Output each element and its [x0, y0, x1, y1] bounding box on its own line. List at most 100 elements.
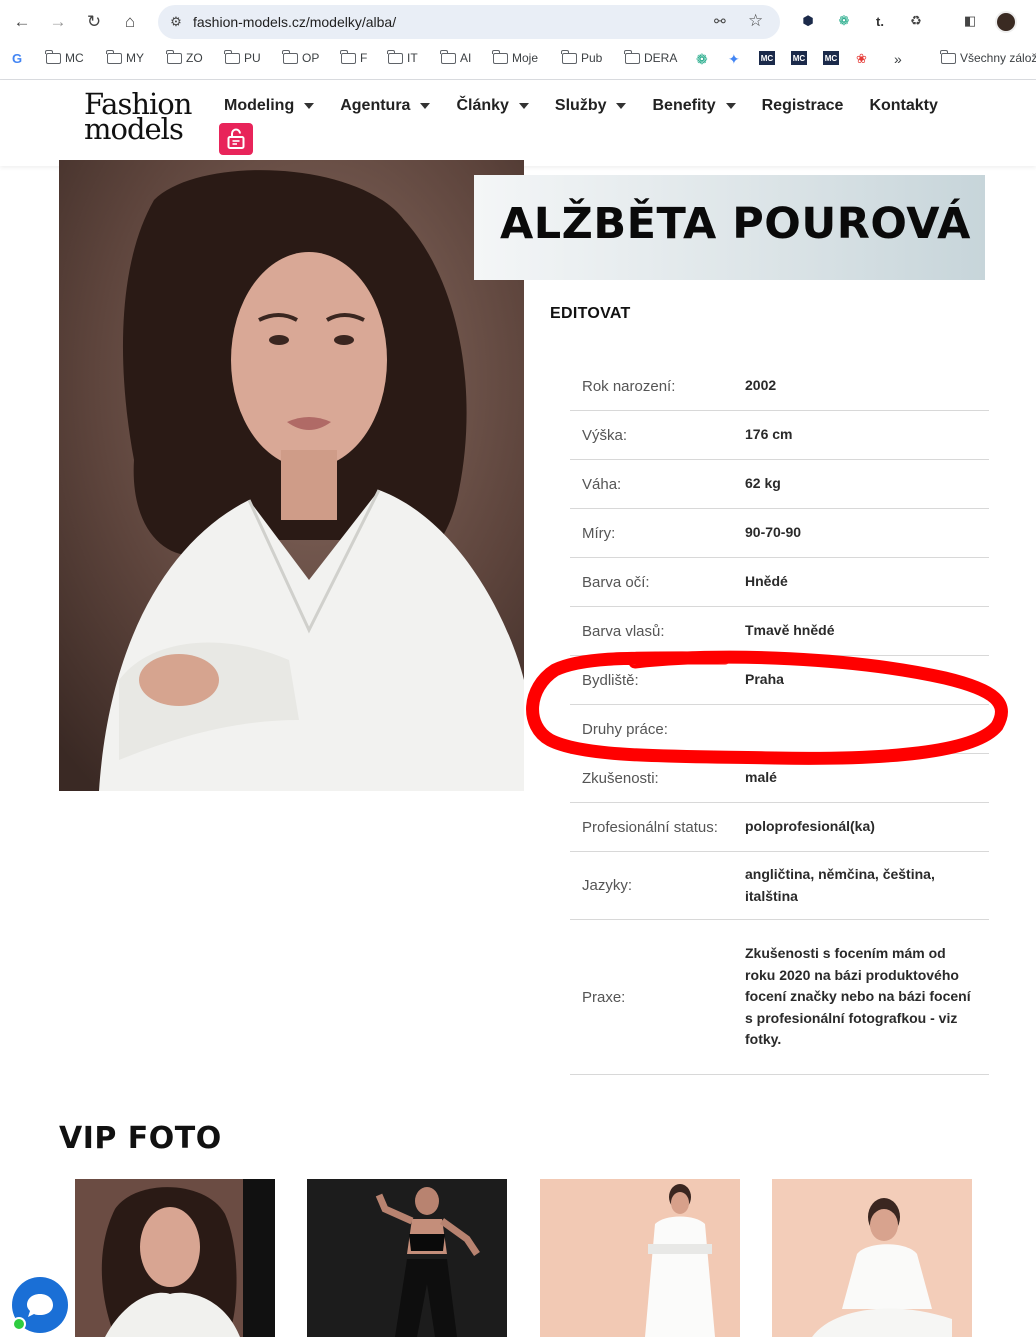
mc-icon: MC [823, 51, 839, 65]
mc-icon: MC [791, 51, 807, 65]
info-row-professional-status: Profesionální status: poloprofesionál(ka… [570, 803, 989, 852]
bookmark-folder[interactable]: PU [224, 49, 261, 65]
folder-icon [561, 49, 577, 64]
chevron-down-icon [518, 103, 529, 109]
vip-photo-thumbnail[interactable] [307, 1179, 507, 1337]
chevron-down-icon [725, 103, 736, 109]
bookmark-folder[interactable]: MC [45, 49, 84, 65]
info-value: Hnědé [745, 573, 788, 590]
bookmark-folder[interactable]: MY [106, 49, 144, 65]
folder-icon [45, 49, 61, 64]
folder-icon [492, 49, 508, 64]
info-label: Profesionální status: [582, 818, 718, 836]
info-value: Zkušenosti s focením mám od roku 2020 na… [745, 945, 971, 1048]
forward-icon[interactable]: → [44, 8, 72, 36]
menu-item-registrace[interactable]: Registrace [762, 96, 844, 116]
all-bookmarks-folder[interactable]: Všechny zálož [940, 49, 1036, 65]
menu-item-sluzby[interactable]: Služby [555, 96, 627, 116]
bookmark-folder[interactable]: OP [282, 49, 319, 65]
menu-item-kontakty[interactable]: Kontakty [869, 96, 937, 116]
mc-bookmark[interactable]: MC [791, 51, 807, 65]
password-key-icon[interactable]: ⚯ [714, 13, 726, 30]
info-value: 2002 [745, 377, 777, 394]
back-icon[interactable]: ← [8, 8, 36, 36]
info-row-work-types: Druhy práce: [570, 705, 989, 754]
chatgpt-bookmark-icon[interactable]: ❁ [696, 51, 708, 68]
info-row-languages: Jazyky: angličtina, němčina, čeština, it… [570, 852, 989, 920]
model-main-photo[interactable] [59, 160, 524, 791]
edit-profile-link[interactable]: EDITOVAT [550, 305, 631, 323]
folder-icon [282, 49, 298, 64]
vip-photo-thumbnail[interactable] [772, 1179, 972, 1337]
info-label: Bydliště: [582, 671, 639, 689]
address-bar[interactable]: ⚙ fashion-models.cz/modelky/alba/ ⚯ ☆ [158, 5, 780, 39]
info-row-experience: Zkušenosti: malé [570, 754, 989, 803]
unlock-icon [227, 128, 245, 149]
gemini-bookmark-icon[interactable]: ✦ [728, 51, 740, 68]
vip-photo-3-image [540, 1179, 740, 1337]
bookmark-folder[interactable]: Pub [561, 49, 602, 65]
vip-photo-4-image [772, 1179, 972, 1337]
menu-item-benefity[interactable]: Benefity [652, 96, 736, 116]
main-menu: Modeling Agentura Články Služby Benefity… [224, 96, 964, 116]
info-value: poloprofesionál(ka) [745, 818, 875, 835]
side-panel-icon[interactable]: ◧ [960, 11, 980, 31]
extension-hex-icon[interactable]: ⬢ [798, 11, 818, 31]
url-text[interactable]: fashion-models.cz/modelky/alba/ [193, 14, 396, 30]
extensions-puzzle-icon[interactable]: ♻ [906, 11, 926, 31]
site-settings-icon[interactable]: ⚙ [166, 12, 186, 32]
site-logo[interactable]: Fashion models [84, 90, 192, 146]
ribbon-bookmark-icon[interactable]: ❀ [856, 51, 867, 67]
chatgpt-extension-icon[interactable]: ❁ [834, 11, 854, 31]
bookmark-star-icon[interactable]: ☆ [748, 11, 763, 31]
model-name: ALŽBĚTA POUROVÁ [500, 199, 971, 249]
bookmark-folder[interactable]: AI [440, 49, 471, 65]
t-extension-icon[interactable]: t. [870, 11, 890, 31]
info-label: Míry: [582, 524, 616, 542]
login-lock-button[interactable] [219, 123, 253, 155]
chevron-down-icon [304, 103, 315, 109]
profile-avatar[interactable] [995, 11, 1017, 33]
home-icon[interactable]: ⌂ [116, 8, 144, 36]
info-row-practice: Praxe: Zkušenosti s focením mám od roku … [570, 920, 989, 1075]
bookmark-folder[interactable]: F [340, 49, 367, 65]
info-label: Výška: [582, 426, 628, 444]
mc-bookmark[interactable]: MC [759, 51, 775, 65]
info-label: Barva očí: [582, 573, 650, 591]
info-value: 90-70-90 [745, 524, 802, 541]
menu-item-agentura[interactable]: Agentura [340, 96, 431, 116]
folder-icon [387, 49, 403, 64]
folder-icon [106, 49, 122, 64]
info-label: Praxe: [582, 988, 626, 1006]
info-row-height: Výška: 176 cm [570, 411, 989, 460]
online-status-dot [12, 1317, 26, 1331]
site-header: Fashion models Modeling Agentura Články … [0, 80, 1036, 166]
vip-photo-thumbnail[interactable] [75, 1179, 275, 1337]
bookmark-folder[interactable]: ZO [166, 49, 203, 65]
model-portrait-image [59, 160, 524, 791]
bookmark-folder[interactable]: Moje [492, 49, 538, 65]
info-label: Druhy práce: [582, 720, 668, 738]
info-label: Váha: [582, 475, 622, 493]
info-value: 176 cm [745, 426, 793, 443]
info-label: Rok narození: [582, 377, 676, 395]
bookmarks-bar: G MC MY ZO PU OP F IT AI Moje Pub DERA ❁… [0, 44, 1036, 74]
bookmark-folder[interactable]: IT [387, 49, 418, 65]
chevron-down-icon [420, 103, 431, 109]
info-row-hair-color: Barva vlasů: Tmavě hnědé [570, 607, 989, 656]
folder-icon [624, 49, 640, 64]
info-label: Barva vlasů: [582, 622, 665, 640]
info-value: Praha [745, 671, 784, 688]
vip-photo-1-image [75, 1179, 275, 1337]
mc-bookmark[interactable]: MC [823, 51, 839, 65]
menu-item-modeling[interactable]: Modeling [224, 96, 315, 116]
menu-item-clanky[interactable]: Články [456, 96, 529, 116]
bookmarks-overflow-button[interactable]: » [894, 51, 902, 67]
google-icon[interactable]: G [12, 51, 22, 66]
info-value: angličtina, němčina, čeština, italština [745, 866, 935, 904]
bookmark-folder[interactable]: DERA [624, 49, 677, 65]
reload-icon[interactable]: ↻ [80, 8, 108, 36]
browser-toolbar: ← → ↻ ⌂ ⚙ fashion-models.cz/modelky/alba… [0, 0, 1036, 44]
chevron-down-icon [616, 103, 627, 109]
vip-photo-thumbnail[interactable] [540, 1179, 740, 1337]
